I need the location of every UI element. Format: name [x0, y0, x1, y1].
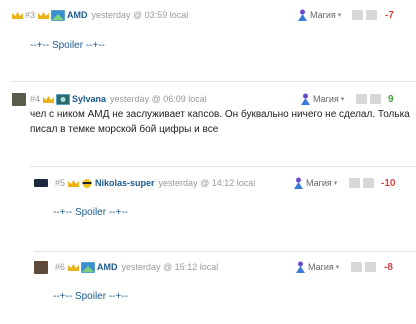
post-number: #3 [25, 10, 36, 20]
vote-up-button[interactable] [352, 10, 363, 20]
post-divider [30, 166, 416, 167]
mage-icon [294, 177, 303, 189]
rank-badge-icon [81, 261, 96, 273]
spoiler-toggle[interactable]: --+-- Spoiler --+-- [30, 40, 105, 51]
post-header: #5 Nikolas-super yesterday @ 14:12 local [34, 174, 255, 192]
rank-badge-icon [51, 9, 66, 21]
username-link[interactable]: AMD [67, 10, 88, 20]
post-number: #6 [55, 262, 66, 272]
post-number: #4 [30, 94, 41, 104]
post-timestamp: yesterday @ 15:12 local [121, 262, 219, 272]
vote-down-button[interactable] [365, 262, 376, 272]
magic-dropdown[interactable]: Магия ▾ [295, 261, 339, 273]
vote-up-button[interactable] [356, 94, 367, 104]
post-score: -10 [381, 178, 396, 189]
crown-icon [68, 179, 80, 187]
spoiler-toggle[interactable]: --+-- Spoiler --+-- [53, 207, 128, 218]
username-link[interactable]: Sylvana [72, 94, 106, 104]
magic-dropdown[interactable]: Магия ▾ [293, 177, 337, 189]
crown-icon [12, 11, 23, 19]
post-score: -8 [384, 262, 393, 273]
vote-down-button[interactable] [366, 10, 377, 20]
magic-label: Магия [306, 178, 332, 188]
vote-up-button[interactable] [351, 262, 362, 272]
crown-icon [43, 95, 55, 103]
avatar [12, 92, 26, 106]
post-divider [34, 251, 416, 252]
post-number: #5 [55, 178, 66, 188]
magic-label: Магия [310, 10, 336, 20]
magic-dropdown[interactable]: Магия ▾ [297, 9, 341, 21]
post-score: 9 [388, 94, 394, 105]
avatar [34, 179, 48, 187]
chevron-down-icon: ▾ [337, 12, 342, 19]
crown-icon [38, 11, 50, 19]
chevron-down-icon: ▾ [335, 264, 340, 271]
rank-badge-icon [56, 93, 71, 105]
post-divider [10, 81, 416, 82]
post-timestamp: yesterday @ 06:09 local [110, 94, 207, 104]
magic-label: Магия [313, 94, 339, 104]
vote-up-button[interactable] [349, 178, 360, 188]
post-timestamp: yesterday @ 03:59 local [91, 10, 189, 20]
post-text-line: писал в темке морской бой цифры и все [30, 124, 219, 135]
magic-dropdown[interactable]: Магия ▾ [300, 93, 344, 105]
mage-icon [301, 93, 310, 105]
post-text-line: чел с ником АМД не заслуживает капсов. О… [30, 109, 410, 120]
post-header: #6 AMD yesterday @ 15:12 local [34, 258, 218, 276]
username-link[interactable]: Nikolas-super [95, 178, 155, 188]
avatar [34, 260, 48, 274]
mage-icon [298, 9, 307, 21]
post-header: #4 Sylvana yesterday @ 06:09 local [12, 90, 207, 108]
post-timestamp: yesterday @ 14:12 local [158, 178, 256, 188]
chevron-down-icon: ▾ [333, 180, 338, 187]
crown-icon [68, 263, 80, 271]
post-header: #3 AMD yesterday @ 03:59 local [12, 6, 188, 24]
vote-down-button[interactable] [370, 94, 381, 104]
spoiler-toggle[interactable]: --+-- Spoiler --+-- [53, 291, 128, 302]
post-score: -7 [385, 10, 394, 21]
username-link[interactable]: AMD [97, 262, 118, 272]
vote-down-button[interactable] [363, 178, 374, 188]
chevron-down-icon: ▾ [340, 96, 345, 103]
mage-icon [296, 261, 305, 273]
magic-label: Магия [308, 262, 334, 272]
smiley-sunglasses-icon [82, 178, 92, 188]
post-body: чел с ником АМД не заслуживает капсов. О… [30, 107, 410, 137]
